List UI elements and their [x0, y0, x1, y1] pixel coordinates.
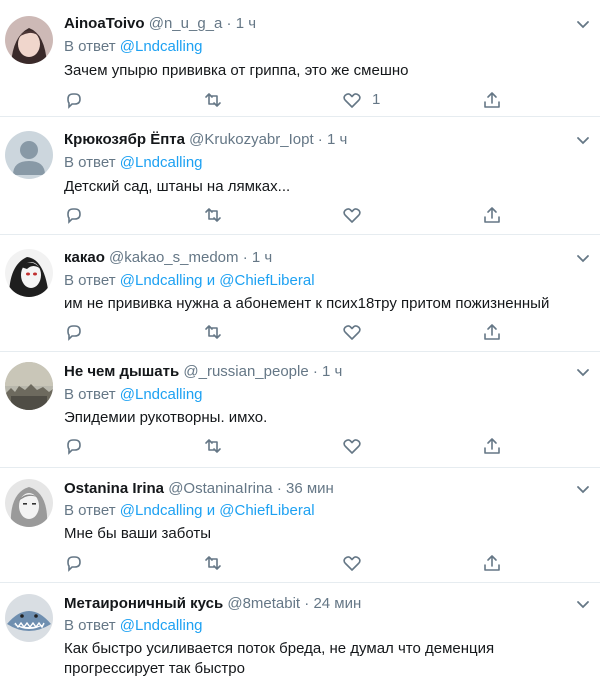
timestamp[interactable]: 1 ч — [322, 363, 342, 380]
mention-link[interactable]: @Lndcalling — [120, 502, 203, 519]
reply-icon[interactable] — [64, 205, 84, 225]
timestamp[interactable]: 24 мин — [313, 595, 361, 612]
avatar[interactable] — [5, 362, 53, 410]
tweet-text: Как быстро усиливается поток бреда, не д… — [64, 640, 495, 677]
separator-dot: · — [317, 131, 323, 148]
reply-context: В ответ @Lndcalling и @ChiefLiberal — [64, 501, 315, 521]
separator-dot: · — [312, 363, 318, 380]
display-name[interactable]: Ostanina Irina — [64, 480, 164, 497]
avatar[interactable] — [5, 479, 53, 527]
tweet[interactable]: Метаироничный кусь @8metabit · 24 мин В … — [0, 583, 600, 683]
retweet-icon[interactable] — [203, 553, 223, 573]
user-handle[interactable]: @OstaninaIrina — [168, 480, 272, 497]
tweet-header: Не чем дышать @_russian_people · 1 ч — [64, 362, 342, 382]
tweet[interactable]: AinoaToivo @n_u_g_a · 1 ч В ответ @Lndca… — [0, 0, 600, 117]
mention-link[interactable]: @Lndcalling — [120, 617, 203, 634]
retweet-icon[interactable] — [203, 205, 223, 225]
avatar[interactable] — [5, 249, 53, 297]
reply-context: В ответ @Lndcalling — [64, 385, 203, 405]
reply-prefix: В ответ — [64, 272, 116, 289]
reply-conjunction: и — [206, 502, 216, 519]
share-icon[interactable] — [482, 205, 502, 225]
reply-context: В ответ @Lndcalling — [64, 616, 203, 636]
retweet-icon[interactable] — [203, 90, 223, 110]
user-handle[interactable]: @8metabit — [227, 595, 300, 612]
separator-dot: · — [226, 15, 232, 32]
mention-link[interactable]: @Lndcalling — [120, 38, 203, 55]
reply-conjunction: и — [206, 272, 216, 289]
timestamp[interactable]: 1 ч — [236, 15, 256, 32]
share-icon[interactable] — [482, 553, 502, 573]
share-icon[interactable] — [482, 322, 502, 342]
user-handle[interactable]: @Krukozyabr_Iopt — [189, 131, 313, 148]
avatar[interactable] — [5, 594, 53, 642]
mention-link[interactable]: @Lndcalling — [120, 386, 203, 403]
user-handle[interactable]: @n_u_g_a — [149, 15, 223, 32]
like-icon[interactable] — [342, 205, 362, 225]
chevron-down-icon[interactable] — [576, 252, 590, 266]
tweet-header: Ostanina Irina @OstaninaIrina · 36 мин — [64, 479, 334, 499]
chevron-down-icon[interactable] — [576, 598, 590, 612]
reply-icon[interactable] — [64, 90, 84, 110]
tweet[interactable]: Ostanina Irina @OstaninaIrina · 36 мин В… — [0, 468, 600, 583]
separator-dot: · — [304, 595, 310, 612]
separator-dot: · — [276, 480, 282, 497]
timestamp[interactable]: 1 ч — [252, 249, 272, 266]
reply-icon[interactable] — [64, 322, 84, 342]
tweet-text: Эпидемии рукотворны. имхо. — [64, 409, 268, 426]
reply-context: В ответ @Lndcalling и @ChiefLiberal — [64, 271, 315, 291]
chevron-down-icon[interactable] — [576, 483, 590, 497]
chevron-down-icon[interactable] — [576, 134, 590, 148]
reply-context: В ответ @Lndcalling — [64, 37, 203, 57]
tweet-header: AinoaToivo @n_u_g_a · 1 ч — [64, 14, 256, 34]
reply-prefix: В ответ — [64, 154, 116, 171]
tweet-header: Крюкозябр Ёпта @Krukozyabr_Iopt · 1 ч — [64, 130, 347, 150]
tweet-text: Мне бы ваши заботы — [64, 525, 212, 542]
reply-icon[interactable] — [64, 436, 84, 456]
tweet-text: Зачем упырю прививка от гриппа, это же с… — [64, 62, 409, 79]
mention-link[interactable]: @Lndcalling — [120, 154, 203, 171]
display-name[interactable]: какао — [64, 249, 105, 266]
reply-prefix: В ответ — [64, 617, 116, 634]
mention-link[interactable]: @ChiefLiberal — [219, 502, 314, 519]
display-name[interactable]: Метаироничный кусь — [64, 595, 223, 612]
chevron-down-icon[interactable] — [576, 18, 590, 32]
like-icon[interactable] — [342, 553, 362, 573]
display-name[interactable]: AinoaToivo — [64, 15, 145, 32]
reply-prefix: В ответ — [64, 502, 116, 519]
tweet-header: какао @kakao_s_medom · 1 ч — [64, 248, 272, 268]
tweet[interactable]: Крюкозябр Ёпта @Krukozyabr_Iopt · 1 ч В … — [0, 117, 600, 235]
retweet-icon[interactable] — [203, 436, 223, 456]
like-icon[interactable] — [342, 322, 362, 342]
display-name[interactable]: Не чем дышать — [64, 363, 179, 380]
mention-link[interactable]: @Lndcalling — [120, 272, 203, 289]
like-icon[interactable] — [342, 90, 362, 110]
reply-prefix: В ответ — [64, 386, 116, 403]
separator-dot: · — [242, 249, 248, 266]
reply-icon[interactable] — [64, 553, 84, 573]
user-handle[interactable]: @_russian_people — [183, 363, 308, 380]
like-count: 1 — [372, 91, 381, 108]
timestamp[interactable]: 36 мин — [286, 480, 334, 497]
reply-context: В ответ @Lndcalling — [64, 153, 203, 173]
reply-prefix: В ответ — [64, 38, 116, 55]
like-icon[interactable] — [342, 436, 362, 456]
mention-link[interactable]: @ChiefLiberal — [219, 272, 314, 289]
timestamp[interactable]: 1 ч — [327, 131, 347, 148]
share-icon[interactable] — [482, 90, 502, 110]
tweet[interactable]: какао @kakao_s_medom · 1 ч В ответ @Lndc… — [0, 235, 600, 352]
user-handle[interactable]: @kakao_s_medom — [109, 249, 238, 266]
avatar[interactable] — [5, 131, 53, 179]
tweet-header: Метаироничный кусь @8metabit · 24 мин — [64, 594, 361, 614]
replies-feed: AinoaToivo @n_u_g_a · 1 ч В ответ @Lndca… — [0, 0, 600, 683]
tweet-text: им не прививка нужна а абонемент к псих1… — [64, 295, 550, 312]
display-name[interactable]: Крюкозябр Ёпта — [64, 131, 185, 148]
share-icon[interactable] — [482, 436, 502, 456]
tweet[interactable]: Не чем дышать @_russian_people · 1 ч В о… — [0, 352, 600, 468]
tweet-text: Детский сад, штаны на лямках... — [64, 178, 291, 195]
chevron-down-icon[interactable] — [576, 366, 590, 380]
retweet-icon[interactable] — [203, 322, 223, 342]
avatar[interactable] — [5, 16, 53, 64]
